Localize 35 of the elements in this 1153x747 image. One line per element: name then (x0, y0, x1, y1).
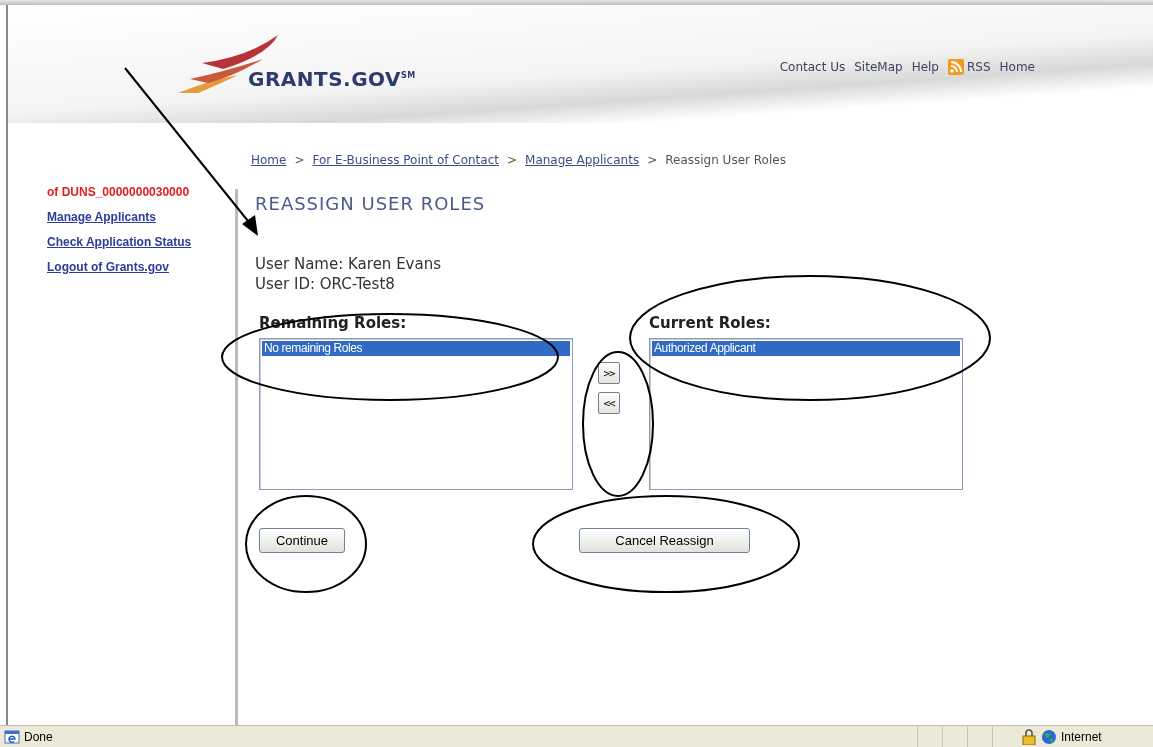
breadcrumb-link[interactable]: Home (251, 152, 287, 168)
list-option[interactable]: Authorized Applicant (652, 341, 960, 356)
cancel-button[interactable]: Cancel Reassign (579, 528, 750, 553)
logo-text: GRANTS.GOV$^{SM}$ (248, 67, 416, 91)
breadcrumb-separator: > (294, 152, 305, 168)
sidebar-link[interactable]: Logout of Grants.gov (47, 260, 235, 274)
list-option[interactable]: No remaining Roles (262, 341, 570, 356)
page-icon (4, 728, 20, 745)
breadcrumb-separator: > (506, 152, 518, 168)
sidebar-notice: of DUNS_0000000030000 (47, 185, 191, 199)
header-link[interactable]: Home (999, 60, 1035, 74)
breadcrumb-link[interactable]: Manage Applicants (525, 152, 640, 168)
breadcrumb-current: Reassign User Roles (665, 152, 786, 168)
continue-button[interactable]: Continue (259, 528, 345, 553)
breadcrumb-separator: > (647, 152, 658, 168)
page-title: REASSIGN USER ROLES (255, 193, 487, 214)
move-button[interactable]: >> (598, 362, 620, 384)
role-listbox[interactable]: No remaining Roles (259, 338, 573, 490)
rss-icon (948, 59, 964, 75)
status-zone: Internet (1061, 729, 1103, 744)
sidebar-link[interactable]: Manage Applicants (47, 210, 235, 224)
breadcrumb-link[interactable]: For E-Business Point of Contact (312, 152, 499, 168)
padlock-icon (1021, 728, 1037, 745)
header-link[interactable]: Help (911, 60, 939, 74)
header-link[interactable]: Contact Us (779, 60, 846, 74)
globe-icon (1041, 728, 1057, 745)
user-id: User ID: ORC-Test8 (255, 274, 396, 294)
list-label: Current Roles: (649, 314, 772, 332)
header-link[interactable]: SiteMap (854, 60, 903, 74)
header-link[interactable]: RSS (948, 59, 991, 75)
move-button[interactable]: << (598, 392, 620, 414)
user-name: User Name: Karen Evans (255, 254, 442, 274)
sidebar-link[interactable]: Check Application Status (47, 235, 235, 249)
status-text: Done (24, 729, 54, 744)
role-listbox[interactable]: Authorized Applicant (649, 338, 963, 490)
